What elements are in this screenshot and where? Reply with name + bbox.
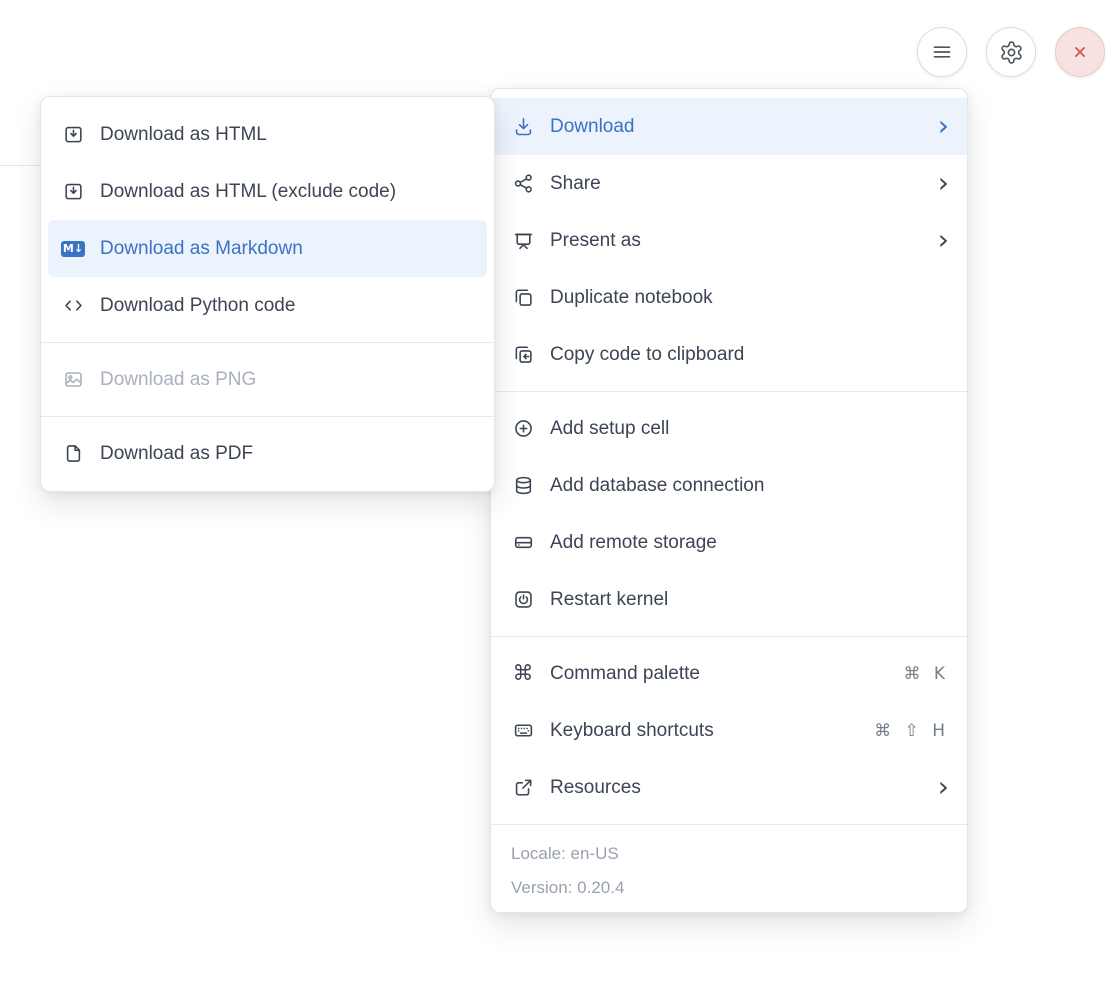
menu-item-label: Add database connection — [550, 475, 949, 497]
notebook-menu-button[interactable] — [917, 27, 967, 77]
menu-item-download[interactable]: Download › — [491, 98, 967, 155]
menu-item-label: Keyboard shortcuts — [550, 720, 859, 742]
menu-item-label: Share — [550, 173, 923, 195]
code-icon — [61, 295, 85, 316]
menu-item-label: Add remote storage — [550, 532, 949, 554]
command-icon: ⌘ — [511, 663, 535, 684]
download-box-icon — [61, 124, 85, 145]
menu-item-add-remote-storage[interactable]: Add remote storage — [491, 514, 967, 571]
menu-item-duplicate-notebook[interactable]: Duplicate notebook — [491, 269, 967, 326]
menu-item-command-palette[interactable]: ⌘ Command palette ⌘ K — [491, 645, 967, 702]
menu-item-present-as[interactable]: Present as › — [491, 212, 967, 269]
menu-item-share[interactable]: Share › — [491, 155, 967, 212]
menu-item-copy-code[interactable]: Copy code to clipboard — [491, 326, 967, 383]
menu-item-label: Add setup cell — [550, 418, 949, 440]
menu-separator — [41, 342, 494, 343]
menu-item-resources[interactable]: Resources › — [491, 759, 967, 816]
menu-footer: Locale: en-US Version: 0.20.4 — [491, 833, 967, 903]
copy-code-icon — [511, 344, 535, 365]
gear-icon — [999, 40, 1024, 65]
image-icon — [61, 369, 85, 390]
download-submenu: Download as HTML Download as HTML (exclu… — [40, 96, 495, 492]
menu-separator — [41, 416, 494, 417]
submenu-item-download-python[interactable]: Download Python code — [41, 277, 494, 334]
share-icon — [511, 173, 535, 194]
menu-item-keyboard-shortcuts[interactable]: Keyboard shortcuts ⌘ ⇧ H — [491, 702, 967, 759]
file-icon — [61, 443, 85, 464]
markdown-badge: M↓ — [61, 241, 85, 257]
settings-button[interactable] — [986, 27, 1036, 77]
database-icon — [511, 475, 535, 496]
menu-item-label: Download as Markdown — [100, 238, 476, 260]
locale-text: Locale: en-US — [511, 844, 947, 864]
menu-item-label: Download — [550, 116, 923, 138]
submenu-item-download-pdf[interactable]: Download as PDF — [41, 425, 494, 482]
submenu-item-download-png[interactable]: Download as PNG — [41, 351, 494, 408]
submenu-item-download-html-exclude-code[interactable]: Download as HTML (exclude code) — [41, 163, 494, 220]
menu-separator — [491, 391, 967, 392]
menu-item-label: Present as — [550, 230, 923, 252]
submenu-item-download-html[interactable]: Download as HTML — [41, 106, 494, 163]
chevron-right-icon: › — [938, 776, 949, 798]
chevron-right-icon: › — [938, 172, 949, 194]
chevron-right-icon: › — [938, 115, 949, 137]
page-underlay-divider — [0, 165, 40, 166]
hard-drive-icon — [511, 532, 535, 553]
presentation-icon — [511, 230, 535, 251]
menu-item-label: Download as HTML — [100, 124, 476, 146]
menu-separator — [491, 636, 967, 637]
version-text: Version: 0.20.4 — [511, 878, 947, 898]
menu-item-restart-kernel[interactable]: Restart kernel — [491, 571, 967, 628]
keyboard-icon — [511, 720, 535, 741]
menu-item-label: Download as PDF — [100, 443, 476, 465]
menu-item-label: Download as PNG — [100, 369, 476, 391]
external-link-icon — [511, 777, 535, 798]
menu-item-add-database-connection[interactable]: Add database connection — [491, 457, 967, 514]
menu-item-add-setup-cell[interactable]: Add setup cell — [491, 400, 967, 457]
shutdown-button[interactable] — [1055, 27, 1105, 77]
menu-separator — [491, 824, 967, 825]
submenu-item-download-markdown[interactable]: M↓ Download as Markdown — [48, 220, 487, 277]
hamburger-menu-icon — [930, 40, 954, 64]
close-x-icon — [1069, 41, 1091, 63]
shortcut-hint: ⌘ ⇧ H — [874, 721, 949, 741]
menu-item-label: Resources — [550, 777, 923, 799]
power-icon — [511, 589, 535, 610]
download-box-icon — [61, 181, 85, 202]
download-icon — [511, 116, 535, 137]
app-stage: Download › Share › Present as › Duplicat… — [0, 0, 1118, 984]
menu-item-label: Restart kernel — [550, 589, 949, 611]
add-circle-icon — [511, 418, 535, 439]
menu-item-label: Download as HTML (exclude code) — [100, 181, 476, 203]
menu-item-label: Duplicate notebook — [550, 287, 949, 309]
notebook-actions-menu: Download › Share › Present as › Duplicat… — [490, 88, 968, 913]
shortcut-hint: ⌘ K — [903, 664, 949, 684]
chevron-right-icon: › — [938, 229, 949, 251]
markdown-icon: M↓ — [61, 241, 85, 257]
menu-item-label: Copy code to clipboard — [550, 344, 949, 366]
duplicate-icon — [511, 287, 535, 308]
menu-item-label: Command palette — [550, 663, 888, 685]
menu-item-label: Download Python code — [100, 295, 476, 317]
